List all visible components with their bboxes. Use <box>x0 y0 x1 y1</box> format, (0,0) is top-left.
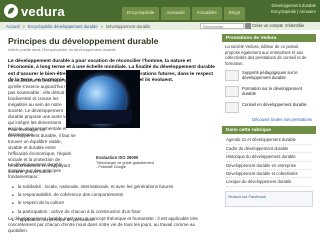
breadcrumb-section[interactable]: Encyclopédie développement durable <box>28 24 98 29</box>
header-bar: vedura Encyclopédie Annuaire Actualités … <box>0 0 320 22</box>
rubric-item[interactable]: Développement durable et collectivités <box>226 170 312 179</box>
rubric-item[interactable]: Cadre du développement durable <box>226 145 312 154</box>
thumbnail-icon <box>225 70 239 82</box>
sidebar-offer-conseil[interactable]: Conseil en développement durable <box>222 100 316 116</box>
sidebar: Prestations de Vedura La société Vedura,… <box>222 34 316 209</box>
tab-actualites[interactable]: Actualités <box>191 7 222 20</box>
thumbnail-icon <box>225 102 239 114</box>
list-item: la responsabilité, de cohérence des comp… <box>12 191 212 199</box>
search-button[interactable] <box>245 23 251 29</box>
sidebar-heading-services: Prestations de Vedura <box>222 34 316 42</box>
hand-shadow <box>70 110 132 124</box>
paragraph-4: Le développement durable n'est pas un co… <box>8 216 198 233</box>
tab-blogs[interactable]: Blogs <box>223 7 246 20</box>
facebook-widget[interactable]: Vedura sur Facebook <box>225 190 313 207</box>
sidebar-offer-label: Formation sur le développement durable <box>242 86 303 97</box>
leaf-icon <box>4 4 18 18</box>
list-item: le respect de la culture <box>12 199 212 207</box>
paragraph-3: Le développement durable s'appuie sur de… <box>8 162 63 179</box>
search-input[interactable] <box>200 23 244 29</box>
facebook-label: Vedura sur Facebook <box>228 193 267 199</box>
list-item: la participation : active de chacun à la… <box>12 208 212 216</box>
breadcrumb-current: Développement durable <box>106 23 151 29</box>
page-subtitle: Article publié dans l'Encyclopédie du dé… <box>8 47 116 52</box>
list-item: la solidarité : locale, nationale, inter… <box>12 183 212 191</box>
breadcrumb-home[interactable]: Accueil <box>6 24 20 29</box>
sidebar-heading-rubric: Dans cette rubrique <box>222 126 316 135</box>
rubric-item[interactable]: Développement durable en entreprise <box>226 162 312 170</box>
ad-text: Télécharger ce guide gratuitement - Publ… <box>96 160 154 170</box>
sidebar-offer-label: Conseil en développement durable <box>242 102 307 108</box>
tab-annuaire[interactable]: Annuaire <box>161 7 190 20</box>
rubric-item[interactable]: Historique du développement durable <box>226 153 312 162</box>
main-nav: Encyclopédie Annuaire Actualités Blogs <box>122 7 246 20</box>
ad-title[interactable]: Evaluation ISO 26000 <box>96 155 138 160</box>
tab-encyclopedie[interactable]: Encyclopédie <box>122 7 160 20</box>
page-title: Principes du développement durable <box>8 36 159 46</box>
rubric-list: Agenda 21 et développement durable Cadre… <box>222 134 316 188</box>
sidebar-offer-formation[interactable]: Formation sur le développement durable <box>222 84 316 100</box>
rubric-item[interactable]: Agenda 21 et développement durable <box>226 136 312 145</box>
breadcrumb-separator-2: » <box>100 23 104 29</box>
top-links: Développement durable Encyclopédie | Ann… <box>271 3 316 15</box>
logo-text: vedura <box>21 3 65 19</box>
site-logo[interactable]: vedura <box>4 3 65 19</box>
sidebar-offer-supports[interactable]: Supports pédagogiques sur le développeme… <box>222 68 316 84</box>
top-link-sub[interactable]: Encyclopédie | Annuaire <box>271 9 316 15</box>
rubric-item[interactable]: Lexique du développement durable <box>226 178 312 187</box>
sidebar-offer-label: Supports pédagogiques sur le développeme… <box>242 70 298 81</box>
create-account-link[interactable]: Créer un compte <box>252 23 283 28</box>
ad-caption[interactable]: Evaluation ISO 26000 Télécharger ce guid… <box>96 155 156 170</box>
breadcrumb-separator: » <box>22 23 25 29</box>
login-link[interactable]: S'identifier <box>285 23 304 28</box>
thumbnail-icon <box>225 86 239 98</box>
all-services-link[interactable]: Découvrir toutes nos prestations <box>222 116 316 123</box>
sidebar-intro: La société Vedura, éditeur de ce portail… <box>225 44 307 66</box>
